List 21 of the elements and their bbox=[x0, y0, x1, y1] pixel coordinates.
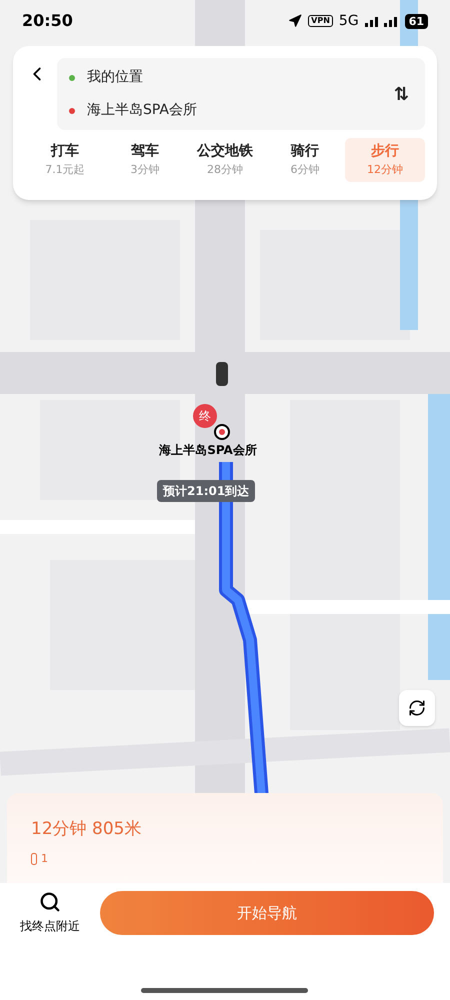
destination-label: 海上半岛SPA会所 bbox=[158, 442, 258, 458]
travel-mode-tab[interactable]: 公交地铁 28分钟 bbox=[185, 138, 265, 182]
location-icon bbox=[288, 14, 302, 28]
origin-field[interactable]: 我的位置 bbox=[87, 67, 143, 88]
travel-mode-tab[interactable]: 驾车 3分钟 bbox=[105, 138, 185, 182]
nearby-search-button[interactable]: 找终点附近 bbox=[16, 891, 84, 935]
signal-icon bbox=[364, 15, 399, 27]
travel-mode-tab[interactable]: 骑行 6分钟 bbox=[265, 138, 345, 182]
search-icon bbox=[39, 891, 61, 913]
traffic-light-count: 1 bbox=[41, 850, 48, 866]
traffic-light-icon bbox=[31, 852, 37, 865]
vpn-indicator: VPN bbox=[308, 15, 333, 27]
travel-mode-tab[interactable]: 打车 7.1元起 bbox=[25, 138, 105, 182]
refresh-button[interactable] bbox=[399, 690, 435, 726]
status-time: 20:50 bbox=[22, 10, 73, 32]
refresh-icon bbox=[408, 699, 426, 717]
swap-button[interactable]: ⇅ bbox=[394, 80, 409, 108]
network-label: 5G bbox=[338, 12, 359, 30]
eta-tag: 预计21:01到达 bbox=[157, 480, 256, 502]
destination-field[interactable]: 海上半岛SPA会所 bbox=[87, 100, 198, 121]
route-summary-title: 12分钟 805米 bbox=[31, 818, 142, 841]
